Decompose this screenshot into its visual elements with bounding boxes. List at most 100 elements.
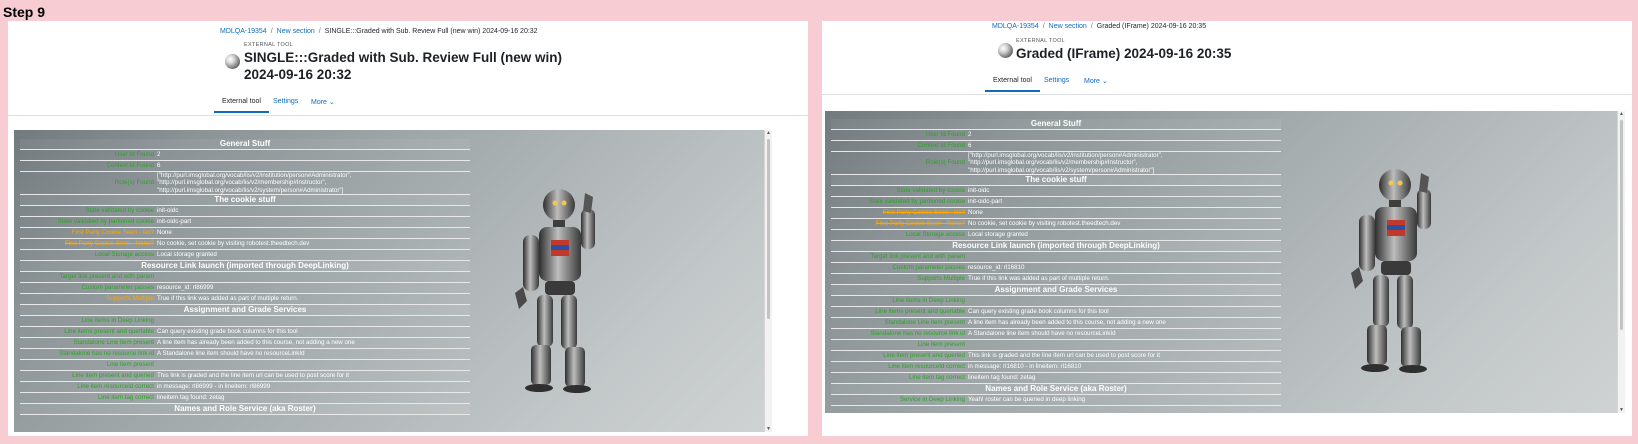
tab-external-tool[interactable]: External tool	[985, 77, 1040, 92]
row-value: Local storage granted	[157, 251, 217, 259]
table-row: Line items in Deep Linking	[831, 296, 1281, 307]
table-row: Context Id Found 6	[831, 141, 1281, 152]
row-label: Line items present and queriable	[64, 328, 154, 336]
row-label: Standalone Line item present	[73, 339, 155, 347]
row-label: Custom parameter passes	[81, 284, 154, 292]
row-value: This link is graded and the line item ur…	[157, 372, 349, 380]
tab-divider	[8, 115, 808, 116]
row-value: lineitem tag found: zetag	[157, 394, 225, 402]
row-label: Service in Deep Linking	[899, 396, 965, 404]
page-title: Graded (IFrame) 2024-09-16 20:35	[1016, 46, 1232, 61]
row-label: Supports Multiple	[917, 275, 965, 283]
table-section-header: Names and Role Service (aka Roster)	[831, 384, 1281, 395]
table-row: Line items present and queriable Can quer…	[20, 327, 470, 338]
tab-more[interactable]: More ⌄	[311, 98, 335, 106]
row-label: Standalone has no resource link id	[870, 330, 965, 338]
row-label: Line item present	[106, 361, 154, 369]
table-row: State validated by partioned cookie init-…	[831, 197, 1281, 208]
breadcrumb: MDLQA-19354/New section / SINGLE:::Graded …	[220, 28, 538, 35]
iframe-scrollbar[interactable]: ▲ ▼	[764, 130, 772, 432]
table-row: Custom parameter passes resource_id: rl16…	[831, 263, 1281, 274]
results-table: General Stuff User Id Found 2 Context Id Fo…	[20, 139, 470, 415]
row-label: Line item resourceId correct	[888, 363, 965, 371]
table-row: Line item present	[831, 340, 1281, 351]
row-label: Local Storage access	[905, 231, 965, 239]
table-row: Service in Deep Linking Yeah! roster can …	[831, 395, 1281, 406]
table-row: Role(s) Found ["http://purl.imsglobal.org…	[831, 152, 1281, 175]
tab-settings[interactable]: Settings	[273, 98, 298, 105]
row-label: First Party Cookie Seen - lax?	[882, 209, 965, 217]
lti-iframe[interactable]: General Stuff User Id Found 2 Context Id Fo…	[14, 130, 772, 432]
table-row: Line item tag correct lineitem tag found:…	[831, 373, 1281, 384]
row-label: User Id Found	[925, 131, 965, 139]
row-label: Line item tag correct	[908, 374, 965, 382]
row-value: lineitem tag found: zetag	[968, 374, 1036, 382]
row-label: State validated by partioned cookie	[868, 198, 965, 206]
external-tool-icon	[998, 43, 1013, 58]
row-value: Can query existing grade book columns fo…	[157, 328, 298, 336]
row-value: in message: rl86999 - in lineitem: rl869…	[157, 383, 271, 391]
table-row: Target link present and with param	[20, 272, 470, 283]
row-value: Can query existing grade book columns fo…	[968, 308, 1109, 316]
scrollbar-thumb[interactable]	[1620, 120, 1623, 330]
row-value: init-oidc-part	[157, 218, 192, 226]
table-row: Line item resourceId correct in message: …	[20, 382, 470, 393]
external-tool-icon	[225, 54, 240, 69]
row-label: User Id Found	[114, 151, 154, 159]
table-row: Line items present and queriable Can quer…	[831, 307, 1281, 318]
table-row: First Party Cookie Seen - None? No cookie…	[831, 219, 1281, 230]
iframe-scrollbar[interactable]: ▲ ▼	[1617, 111, 1625, 413]
row-value: A Standalone line item should have no re…	[968, 330, 1116, 338]
row-value: A Standalone line item should have no re…	[157, 350, 305, 358]
scroll-down-arrow-icon[interactable]: ▼	[765, 426, 772, 432]
breadcrumb-course-link[interactable]: MDLQA-19354	[220, 28, 267, 35]
breadcrumb-section-link[interactable]: New section	[1049, 23, 1087, 30]
table-row: User Id Found 2	[831, 130, 1281, 141]
table-row: Line item tag correct lineitem tag found:…	[20, 393, 470, 404]
table-row: Context Id Found 6	[20, 161, 470, 172]
table-row: Local Storage access Local storage grante…	[831, 230, 1281, 241]
table-section-header: Assignment and Grade Services	[20, 305, 470, 316]
tab-settings[interactable]: Settings	[1044, 77, 1069, 84]
row-value: ["http://purl.imsglobal.org/vocab/lis/v2…	[157, 172, 352, 194]
table-row: Line item present and queried This link i…	[831, 351, 1281, 362]
breadcrumb-section-link[interactable]: New section	[277, 28, 315, 35]
scroll-up-arrow-icon[interactable]: ▲	[765, 130, 772, 136]
breadcrumb-course-link[interactable]: MDLQA-19354	[992, 23, 1039, 30]
scroll-down-arrow-icon[interactable]: ▼	[1618, 407, 1625, 413]
row-label: Line items in Deep Linking	[81, 317, 154, 325]
row-label: Standalone Line item present	[884, 319, 966, 327]
row-label: First Party Cookie Seen - None?	[875, 220, 965, 228]
row-label: Line item resourceId correct	[77, 383, 154, 391]
table-row: Standalone has no resource link id A Stan…	[831, 329, 1281, 340]
table-row: Line item present and queried This link i…	[20, 371, 470, 382]
table-row: State validated by cookie init-oidc	[20, 206, 470, 217]
row-label: Role(s) Found	[114, 179, 154, 187]
results-table: General Stuff User Id Found 2 Context Id Fo…	[831, 119, 1281, 406]
row-label: Line items present and queriable	[875, 308, 965, 316]
left-browser-panel: MDLQA-19354/New section / SINGLE:::Graded …	[8, 21, 808, 436]
table-row: State validated by partioned cookie init-…	[20, 217, 470, 228]
tab-more[interactable]: More ⌄	[1084, 77, 1108, 85]
chevron-down-icon: ⌄	[1101, 78, 1108, 85]
row-value: 6	[157, 162, 161, 170]
table-section-header: General Stuff	[20, 139, 470, 150]
row-label: State validated by cookie	[85, 207, 154, 215]
tab-external-tool[interactable]: External tool	[214, 98, 269, 113]
scroll-up-arrow-icon[interactable]: ▲	[1618, 111, 1625, 117]
table-row: Line item resourceId correct in message: …	[831, 362, 1281, 373]
row-label: First Party Cookie Seen - lax?	[71, 229, 154, 237]
table-row: Standalone Line item present A line item …	[20, 338, 470, 349]
row-value: init-oidc	[157, 207, 179, 215]
table-row: Supports Multiple True if this link was a…	[831, 274, 1281, 285]
row-value: None	[157, 229, 172, 237]
row-label: Context Id Found	[106, 162, 154, 170]
table-section-header: Assignment and Grade Services	[831, 285, 1281, 296]
breadcrumb-current: SINGLE:::Graded with Sub. Review Full (n…	[324, 28, 538, 35]
scrollbar-thumb[interactable]	[767, 139, 770, 319]
row-value: init-oidc-part	[968, 198, 1003, 206]
table-row: Line item present	[20, 360, 470, 371]
lti-iframe[interactable]: General Stuff User Id Found 2 Context Id Fo…	[825, 111, 1625, 413]
row-label: Role(s) Found	[925, 159, 965, 167]
row-label: Target link present and with param	[870, 253, 965, 261]
